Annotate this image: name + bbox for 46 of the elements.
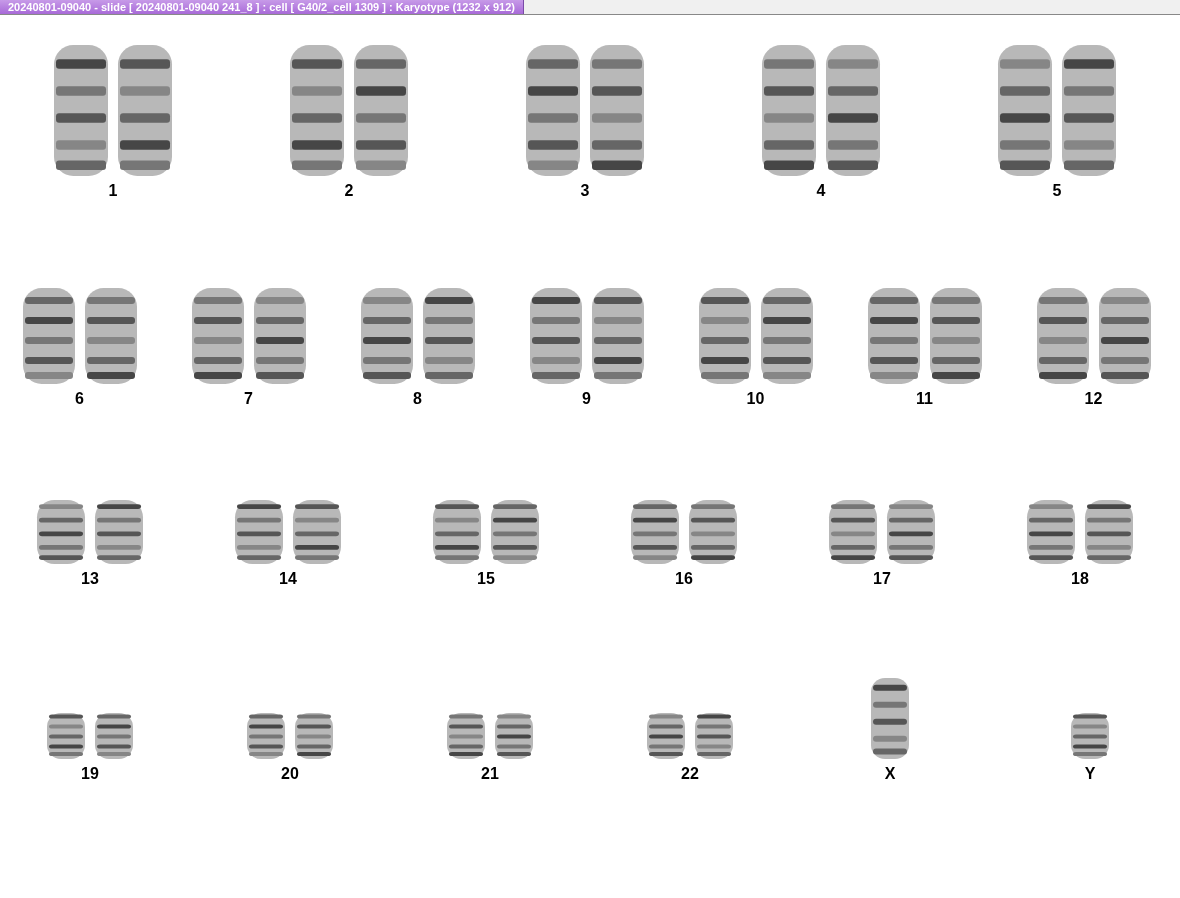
chromosome-drawing — [431, 498, 483, 566]
chromosome-drawing — [93, 498, 145, 566]
chromosome-label: 20 — [281, 765, 299, 783]
chromosome-label: 10 — [746, 390, 765, 408]
chromosome-label: 11 — [916, 390, 933, 408]
chromosome-drawing — [693, 711, 735, 761]
chromosome-label: Y — [1084, 765, 1096, 783]
chromosome-drawing — [1083, 498, 1135, 566]
chromosome-label: 4 — [816, 182, 826, 200]
chromosome-label: 22 — [681, 765, 699, 783]
chromosome-drawing — [245, 711, 287, 761]
chromosome-drawing — [645, 711, 687, 761]
chromosome-label: 13 — [81, 570, 99, 588]
chromosome-drawing — [45, 711, 87, 761]
chromosome-label: 3 — [580, 182, 590, 200]
chromosome-label: X — [884, 765, 896, 783]
chromosome-drawing — [93, 711, 135, 761]
chromosome-drawing — [293, 711, 335, 761]
chromosome-label: 17 — [873, 570, 891, 588]
chromosome-label: 8 — [413, 390, 422, 408]
chromosome-label: 9 — [582, 390, 591, 408]
chromosome-label: 16 — [675, 570, 693, 588]
chromosome-label: 1 — [108, 182, 118, 200]
chromosome-drawing — [687, 498, 739, 566]
chromosome-label: 14 — [279, 570, 297, 588]
chromosome-label: 5 — [1052, 182, 1062, 200]
chromosome-drawing — [291, 498, 343, 566]
chromosome-drawing — [1025, 498, 1077, 566]
chromosome-drawing — [629, 498, 681, 566]
chromosome-drawing — [885, 498, 937, 566]
chromosome-label: 2 — [344, 182, 354, 200]
chromosome-label: 6 — [75, 390, 84, 408]
chromosome-drawing — [493, 711, 535, 761]
chromosome-label: 21 — [481, 765, 499, 783]
chromosome-drawing — [489, 498, 541, 566]
chromosome-drawing — [35, 498, 87, 566]
chromosome-label: 7 — [244, 390, 253, 408]
chromosome-drawing — [1069, 711, 1111, 761]
chromosome-label: 12 — [1084, 390, 1103, 408]
chromosome-label: 15 — [477, 570, 495, 588]
chromosome-drawing — [445, 711, 487, 761]
chromosome-label: 18 — [1071, 570, 1089, 588]
window-title: 20240801-09040 - slide [ 20240801-09040 241_8 ] : cell [ G40/2_cell 1309 ] : Karyotype (1232 x 912) — [0, 0, 524, 14]
chromosome-drawing — [827, 498, 879, 566]
chromosome-drawing — [233, 498, 285, 566]
chromosome-label: 19 — [81, 765, 99, 783]
